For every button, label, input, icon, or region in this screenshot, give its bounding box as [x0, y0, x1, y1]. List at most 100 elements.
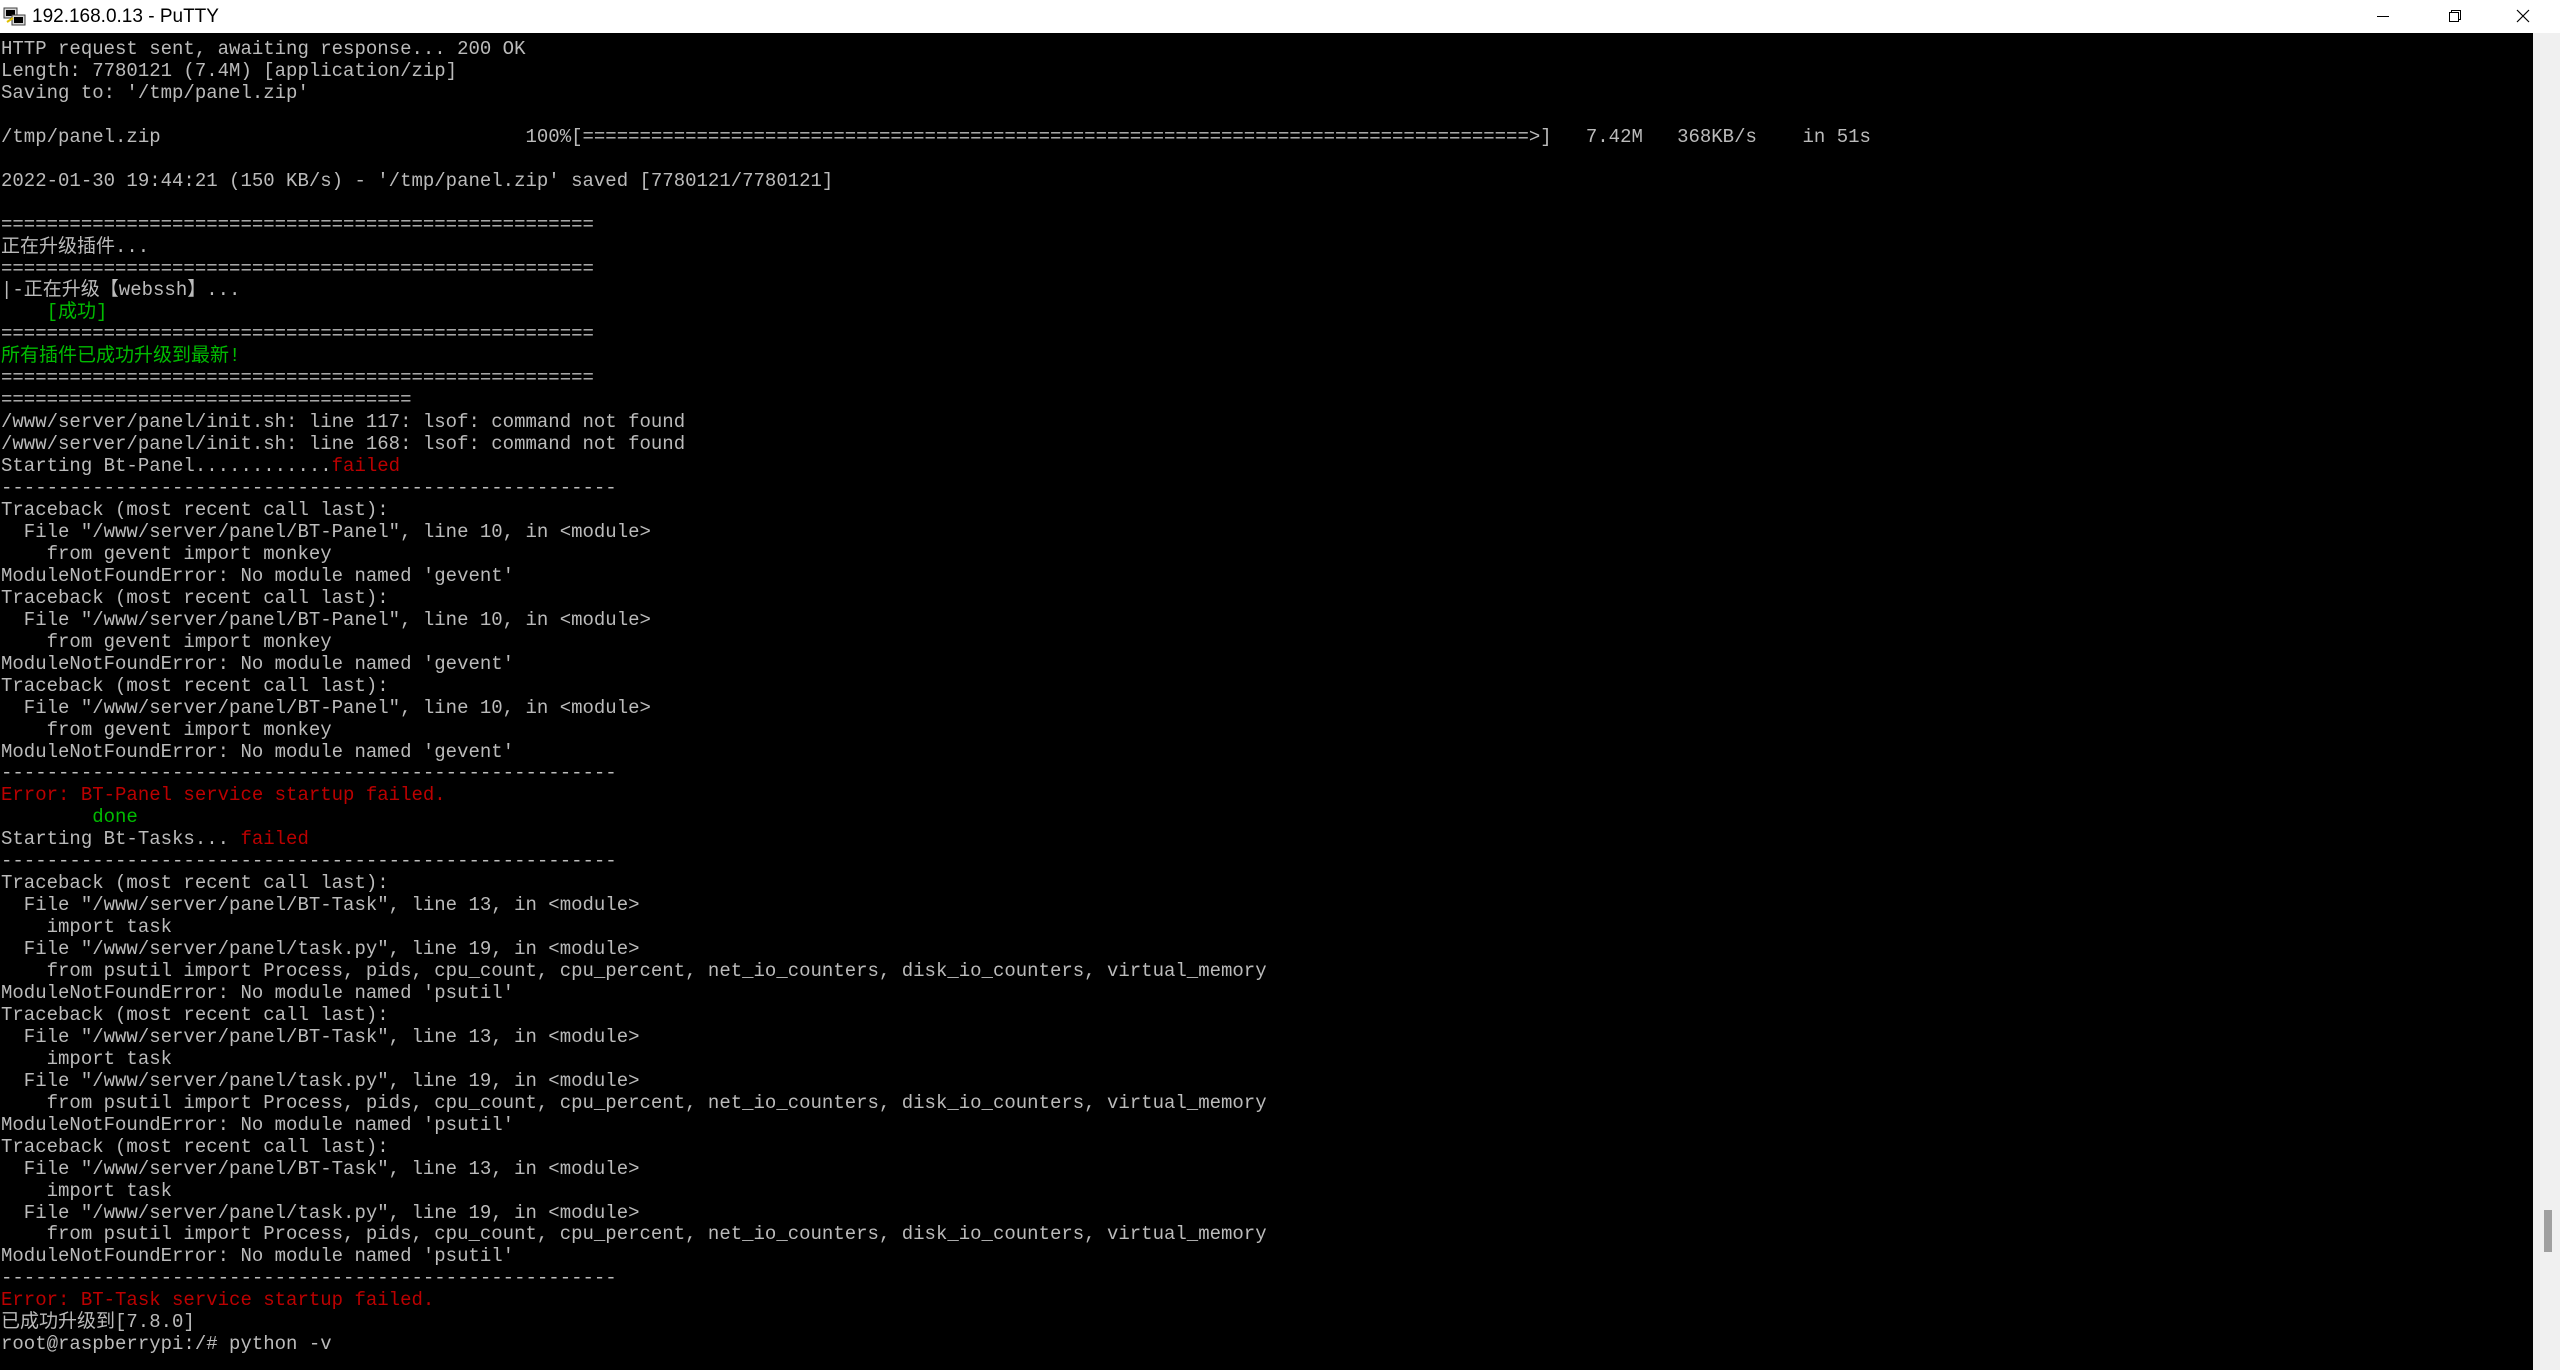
- terminal-line: Saving to: '/tmp/panel.zip': [1, 82, 309, 104]
- terminal-text-segment: 2022-01-30 19:44:21 (150 KB/s) - '/tmp/p…: [1, 169, 834, 192]
- terminal-line: Length: 7780121 (7.4M) [application/zip]: [1, 60, 457, 82]
- terminal-text-segment: File "/www/server/panel/BT-Task", line 1…: [1, 1025, 640, 1048]
- title-bar[interactable]: 192.168.0.13 - PuTTY: [0, 0, 2560, 33]
- terminal-line: 所有插件已成功升级到最新!: [1, 345, 240, 367]
- terminal-text-segment: File "/www/server/panel/BT-Task", line 1…: [1, 1157, 640, 1180]
- terminal-text-segment: Error: BT-Task service startup failed.: [1, 1289, 435, 1312]
- terminal-line: 已成功升级到[7.8.0]: [1, 1311, 195, 1333]
- terminal-text-segment: Length: 7780121 (7.4M) [application/zip]: [1, 59, 458, 82]
- terminal-text-segment: 正在升级插件...: [1, 235, 150, 258]
- terminal-line: ----------------------------------------…: [1, 1267, 617, 1289]
- terminal-text-segment: File "/www/server/panel/BT-Panel", line …: [1, 696, 651, 719]
- terminal-line: ====================================: [1, 389, 411, 411]
- terminal-text-segment: ----------------------------------------…: [1, 850, 617, 873]
- terminal-line: File "/www/server/panel/task.py", line 1…: [1, 1202, 640, 1224]
- terminal-line: import task: [1, 916, 172, 938]
- terminal-line: /www/server/panel/init.sh: line 117: lso…: [1, 411, 685, 433]
- minimize-button[interactable]: [2348, 0, 2420, 33]
- terminal-text-segment: Traceback (most recent call last):: [1, 499, 389, 522]
- terminal-text-segment: ModuleNotFoundError: No module named 'ge…: [1, 652, 515, 675]
- terminal-text-segment: File "/www/server/panel/task.py", line 1…: [1, 1069, 640, 1092]
- terminal-line: Traceback (most recent call last):: [1, 675, 389, 697]
- terminal-text-segment: [成功]: [1, 301, 108, 324]
- terminal-line: Error: BT-Task service startup failed.: [1, 1289, 434, 1311]
- terminal-text-segment: import task: [1, 1179, 173, 1202]
- terminal-line: ----------------------------------------…: [1, 762, 617, 784]
- terminal-line: ModuleNotFoundError: No module named 'ge…: [1, 653, 514, 675]
- terminal-line: File "/www/server/panel/BT-Task", line 1…: [1, 1158, 640, 1180]
- restore-button[interactable]: [2420, 0, 2492, 33]
- terminal-line: Traceback (most recent call last):: [1, 872, 389, 894]
- terminal-line: ========================================…: [1, 367, 594, 389]
- terminal-line: [成功]: [1, 301, 108, 324]
- terminal-text-segment: ====================================: [1, 389, 412, 412]
- terminal-text-segment: ----------------------------------------…: [1, 477, 617, 500]
- terminal-text-segment: from gevent import monkey: [1, 718, 332, 741]
- terminal-text-segment: Starting Bt-Tasks...: [1, 828, 241, 851]
- terminal-text-segment: from psutil import Process, pids, cpu_co…: [1, 1091, 1267, 1114]
- terminal-line: root@raspberrypi:/# python -v: [1, 1333, 332, 1355]
- terminal-text-segment: failed: [240, 828, 309, 851]
- terminal-text-segment: ModuleNotFoundError: No module named 'ps…: [1, 1113, 515, 1136]
- terminal-text-segment: ========================================…: [1, 213, 594, 236]
- scrollbar-thumb[interactable]: [2544, 1210, 2552, 1252]
- vertical-scrollbar[interactable]: [2533, 33, 2560, 1370]
- terminal-output[interactable]: HTTP request sent, awaiting response... …: [0, 33, 2533, 1370]
- terminal-line: from gevent import monkey: [1, 719, 332, 741]
- terminal-line: File "/www/server/panel/BT-Task", line 1…: [1, 1026, 640, 1048]
- terminal-text-segment: Traceback (most recent call last):: [1, 586, 389, 609]
- terminal-text-segment: done: [1, 806, 138, 829]
- terminal-text-segment: 所有插件已成功升级到最新!: [1, 345, 241, 368]
- terminal-text-segment: /www/server/panel/init.sh: line 117: lso…: [1, 411, 686, 434]
- terminal-text-segment: Traceback (most recent call last):: [1, 1135, 389, 1158]
- terminal-line: Starting Bt-Tasks... failed: [1, 828, 309, 850]
- close-button[interactable]: [2488, 0, 2560, 33]
- terminal-line: from psutil import Process, pids, cpu_co…: [1, 1223, 1267, 1245]
- terminal-text-segment: |-正在升级【webssh】...: [1, 279, 241, 302]
- terminal-line: File "/www/server/panel/BT-Panel", line …: [1, 609, 651, 631]
- terminal-text-segment: Traceback (most recent call last):: [1, 674, 389, 697]
- terminal-line: Traceback (most recent call last):: [1, 587, 389, 609]
- terminal-text-segment: File "/www/server/panel/BT-Task", line 1…: [1, 894, 640, 917]
- putty-app-icon[interactable]: [3, 6, 27, 28]
- terminal-text-segment: ========================================…: [1, 257, 594, 280]
- terminal-text-segment: /tmp/panel.zip 100%[====================…: [1, 125, 1871, 148]
- terminal-text-segment: ModuleNotFoundError: No module named 'ps…: [1, 1245, 515, 1268]
- terminal-text-segment: from gevent import monkey: [1, 542, 332, 565]
- terminal-text-segment: failed: [331, 455, 401, 478]
- terminal-line: File "/www/server/panel/BT-Panel", line …: [1, 697, 651, 719]
- terminal-line: from gevent import monkey: [1, 543, 332, 565]
- terminal-text-segment: ModuleNotFoundError: No module named 'ps…: [1, 981, 515, 1004]
- terminal-text-segment: import task: [1, 916, 173, 939]
- terminal-line: File "/www/server/panel/BT-Task", line 1…: [1, 894, 640, 916]
- terminal-line: |-正在升级【webssh】...: [1, 279, 241, 302]
- terminal-line: ModuleNotFoundError: No module named 'ge…: [1, 741, 514, 763]
- terminal-text: HTTP request sent, awaiting response... …: [0, 33, 2533, 1356]
- terminal-line: 正在升级插件...: [1, 236, 149, 258]
- terminal-line: ----------------------------------------…: [1, 477, 617, 499]
- terminal-line: File "/www/server/panel/task.py", line 1…: [1, 938, 640, 960]
- window-title: 192.168.0.13 - PuTTY: [32, 6, 219, 27]
- terminal-line: /tmp/panel.zip 100%[====================…: [1, 126, 1871, 148]
- terminal-line: File "/www/server/panel/task.py", line 1…: [1, 1070, 640, 1092]
- terminal-line: ----------------------------------------…: [1, 850, 617, 872]
- terminal-text-segment: root@raspberrypi:/# python -v: [1, 1333, 332, 1356]
- terminal-line: from psutil import Process, pids, cpu_co…: [1, 1092, 1267, 1114]
- terminal-text-segment: Error: BT-Panel service startup failed.: [1, 784, 446, 807]
- terminal-line: from gevent import monkey: [1, 631, 332, 653]
- terminal-line: ========================================…: [1, 323, 594, 345]
- terminal-text-segment: Saving to: '/tmp/panel.zip': [1, 81, 309, 104]
- terminal-text-segment: File "/www/server/panel/task.py", line 1…: [1, 938, 640, 961]
- terminal-line: ModuleNotFoundError: No module named 'ps…: [1, 1114, 514, 1136]
- terminal-text-segment: HTTP request sent, awaiting response... …: [1, 38, 526, 60]
- terminal-line: ModuleNotFoundError: No module named 'ps…: [1, 982, 514, 1004]
- terminal-text-segment: ----------------------------------------…: [1, 1267, 617, 1290]
- terminal-line: ========================================…: [1, 214, 594, 236]
- terminal-line: ========================================…: [1, 258, 594, 280]
- terminal-line: import task: [1, 1180, 172, 1202]
- terminal-text-segment: 已成功升级到[7.8.0]: [1, 1311, 195, 1334]
- terminal-text-segment: ========================================…: [1, 323, 594, 346]
- terminal-line: Traceback (most recent call last):: [1, 1004, 389, 1026]
- terminal-line: done: [1, 806, 138, 828]
- terminal-text-segment: /www/server/panel/init.sh: line 168: lso…: [1, 433, 686, 456]
